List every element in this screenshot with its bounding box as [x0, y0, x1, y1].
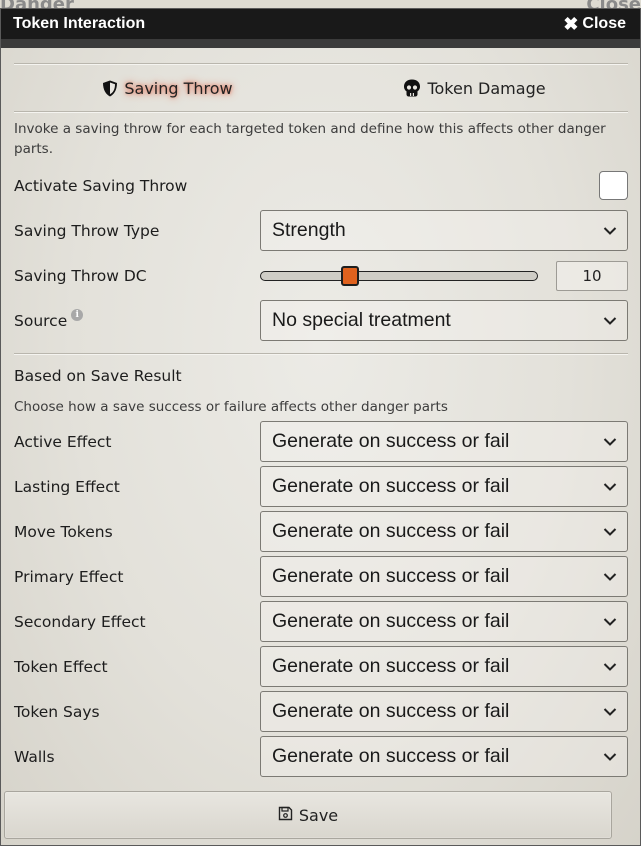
select-value: Generate on success or fail: [272, 745, 510, 767]
chevron-down-icon: [603, 226, 617, 235]
save-result-heading: Based on Save Result: [14, 367, 182, 385]
token-says-select[interactable]: Generate on success or fail: [260, 691, 628, 732]
chevron-down-icon: [603, 437, 617, 446]
select-value: Strength: [272, 219, 346, 241]
chevron-down-icon: [603, 572, 617, 581]
saving-throw-type-label: Saving Throw Type: [14, 221, 160, 240]
select-value: Generate on success or fail: [272, 700, 510, 722]
source-row: Source i No special treatment: [14, 298, 628, 343]
secondary-effect-row: Secondary Effect Generate on success or f…: [14, 599, 628, 644]
move-tokens-select[interactable]: Generate on success or fail: [260, 511, 628, 552]
saving-throw-type-row: Saving Throw Type Strength: [14, 208, 628, 253]
primary-effect-select[interactable]: Generate on success or fail: [260, 556, 628, 597]
select-value: Generate on success or fail: [272, 520, 510, 542]
chevron-down-icon: [603, 527, 617, 536]
lasting-effect-label: Lasting Effect: [14, 477, 120, 496]
close-icon: ✖: [563, 13, 579, 34]
chevron-down-icon: [603, 662, 617, 671]
walls-label: Walls: [14, 747, 55, 766]
window-subbar: [1, 39, 640, 48]
saving-throw-type-select[interactable]: Strength: [260, 210, 628, 251]
select-value: Generate on success or fail: [272, 610, 510, 632]
tab-label: Token Damage: [427, 78, 546, 98]
dc-slider-group: 10: [260, 260, 628, 291]
token-effect-label: Token Effect: [14, 657, 108, 676]
token-effect-select[interactable]: Generate on success or fail: [260, 646, 628, 687]
chevron-down-icon: [603, 617, 617, 626]
lasting-effect-row: Lasting Effect Generate on success or fai…: [14, 464, 628, 509]
chevron-down-icon: [603, 316, 617, 325]
dc-value-input[interactable]: 10: [556, 260, 628, 291]
primary-effect-label: Primary Effect: [14, 567, 124, 586]
chevron-down-icon: [603, 752, 617, 761]
tab-token-damage[interactable]: Token Damage: [321, 79, 628, 98]
token-says-row: Token Says Generate on success or fail: [14, 689, 628, 734]
dc-slider-handle[interactable]: [341, 265, 359, 286]
info-icon[interactable]: i: [71, 308, 84, 321]
primary-effect-row: Primary Effect Generate on success or fai…: [14, 554, 628, 599]
save-label: Save: [298, 805, 339, 825]
select-value: Generate on success or fail: [272, 475, 510, 497]
window-title: Token Interaction: [13, 15, 146, 32]
divider: [14, 353, 628, 355]
saving-throw-dc-label: Saving Throw DC: [14, 266, 147, 285]
token-effect-row: Token Effect Generate on success or fail: [14, 644, 628, 689]
tab-label: Saving Throw: [124, 78, 233, 98]
select-value: Generate on success or fail: [272, 655, 510, 677]
divider: [14, 111, 628, 113]
source-label: Source: [14, 311, 68, 330]
shield-icon: [102, 80, 118, 97]
move-tokens-label: Move Tokens: [14, 522, 113, 541]
form-content: Saving Throw Token Damage Invoke a savin…: [14, 57, 628, 779]
activate-saving-throw-row: Activate Saving Throw: [14, 163, 628, 208]
close-label: Close: [582, 15, 626, 32]
active-effect-row: Active Effect Generate on success or fail: [14, 419, 628, 464]
save-button[interactable]: Save: [4, 791, 612, 839]
skull-icon: [403, 79, 421, 97]
close-button[interactable]: ✖ Close: [563, 14, 626, 35]
secondary-effect-select[interactable]: Generate on success or fail: [260, 601, 628, 642]
token-interaction-window: Token Interaction ✖ Close Saving Throw T…: [0, 8, 641, 846]
chevron-down-icon: [603, 707, 617, 716]
save-result-list: Active Effect Generate on success or fail…: [14, 419, 628, 779]
active-effect-label: Active Effect: [14, 432, 112, 451]
select-value: Generate on success or fail: [272, 565, 510, 587]
activate-saving-throw-label: Activate Saving Throw: [14, 176, 188, 195]
source-label-group: Source i: [14, 308, 84, 330]
select-value: No special treatment: [272, 309, 451, 331]
source-select[interactable]: No special treatment: [260, 300, 628, 341]
window-titlebar[interactable]: Token Interaction ✖ Close: [1, 9, 640, 39]
select-value: Generate on success or fail: [272, 430, 510, 452]
activate-saving-throw-checkbox[interactable]: [599, 171, 628, 200]
active-effect-select[interactable]: Generate on success or fail: [260, 421, 628, 462]
tab-bar: Saving Throw Token Damage: [14, 65, 628, 111]
walls-select[interactable]: Generate on success or fail: [260, 736, 628, 777]
lasting-effect-select[interactable]: Generate on success or fail: [260, 466, 628, 507]
dc-slider-track[interactable]: [260, 265, 538, 286]
move-tokens-row: Move Tokens Generate on success or fail: [14, 509, 628, 554]
chevron-down-icon: [603, 482, 617, 491]
walls-row: Walls Generate on success or fail: [14, 734, 628, 779]
saving-throw-dc-row: Saving Throw DC 10: [14, 253, 628, 298]
tab-description: Invoke a saving throw for each targeted …: [14, 121, 606, 157]
floppy-disk-icon: [278, 806, 293, 825]
secondary-effect-label: Secondary Effect: [14, 612, 146, 631]
tab-saving-throw[interactable]: Saving Throw: [14, 79, 321, 98]
save-result-description: Choose how a save success or failure aff…: [14, 399, 448, 415]
token-says-label: Token Says: [14, 702, 100, 721]
